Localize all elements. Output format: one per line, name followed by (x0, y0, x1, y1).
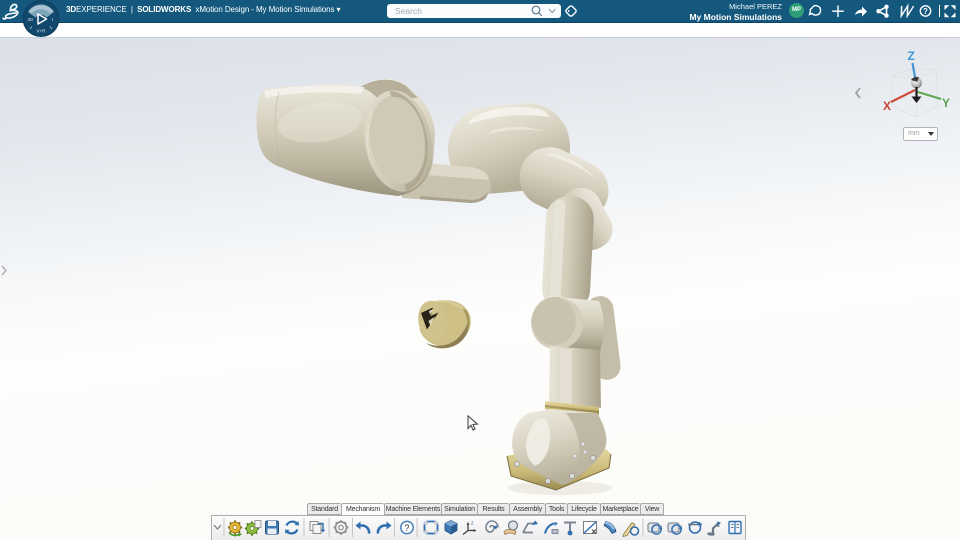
svg-text:X: X (883, 99, 891, 113)
svg-text:Z: Z (908, 49, 915, 63)
svg-text:I: I (52, 17, 53, 22)
svg-text:?: ? (923, 7, 928, 16)
svg-text:3D: 3D (28, 17, 35, 22)
svg-text:z: z (471, 521, 474, 527)
svg-text:V+R: V+R (37, 29, 47, 34)
svg-text:?: ? (404, 523, 409, 533)
svg-text:Y: Y (942, 96, 950, 110)
